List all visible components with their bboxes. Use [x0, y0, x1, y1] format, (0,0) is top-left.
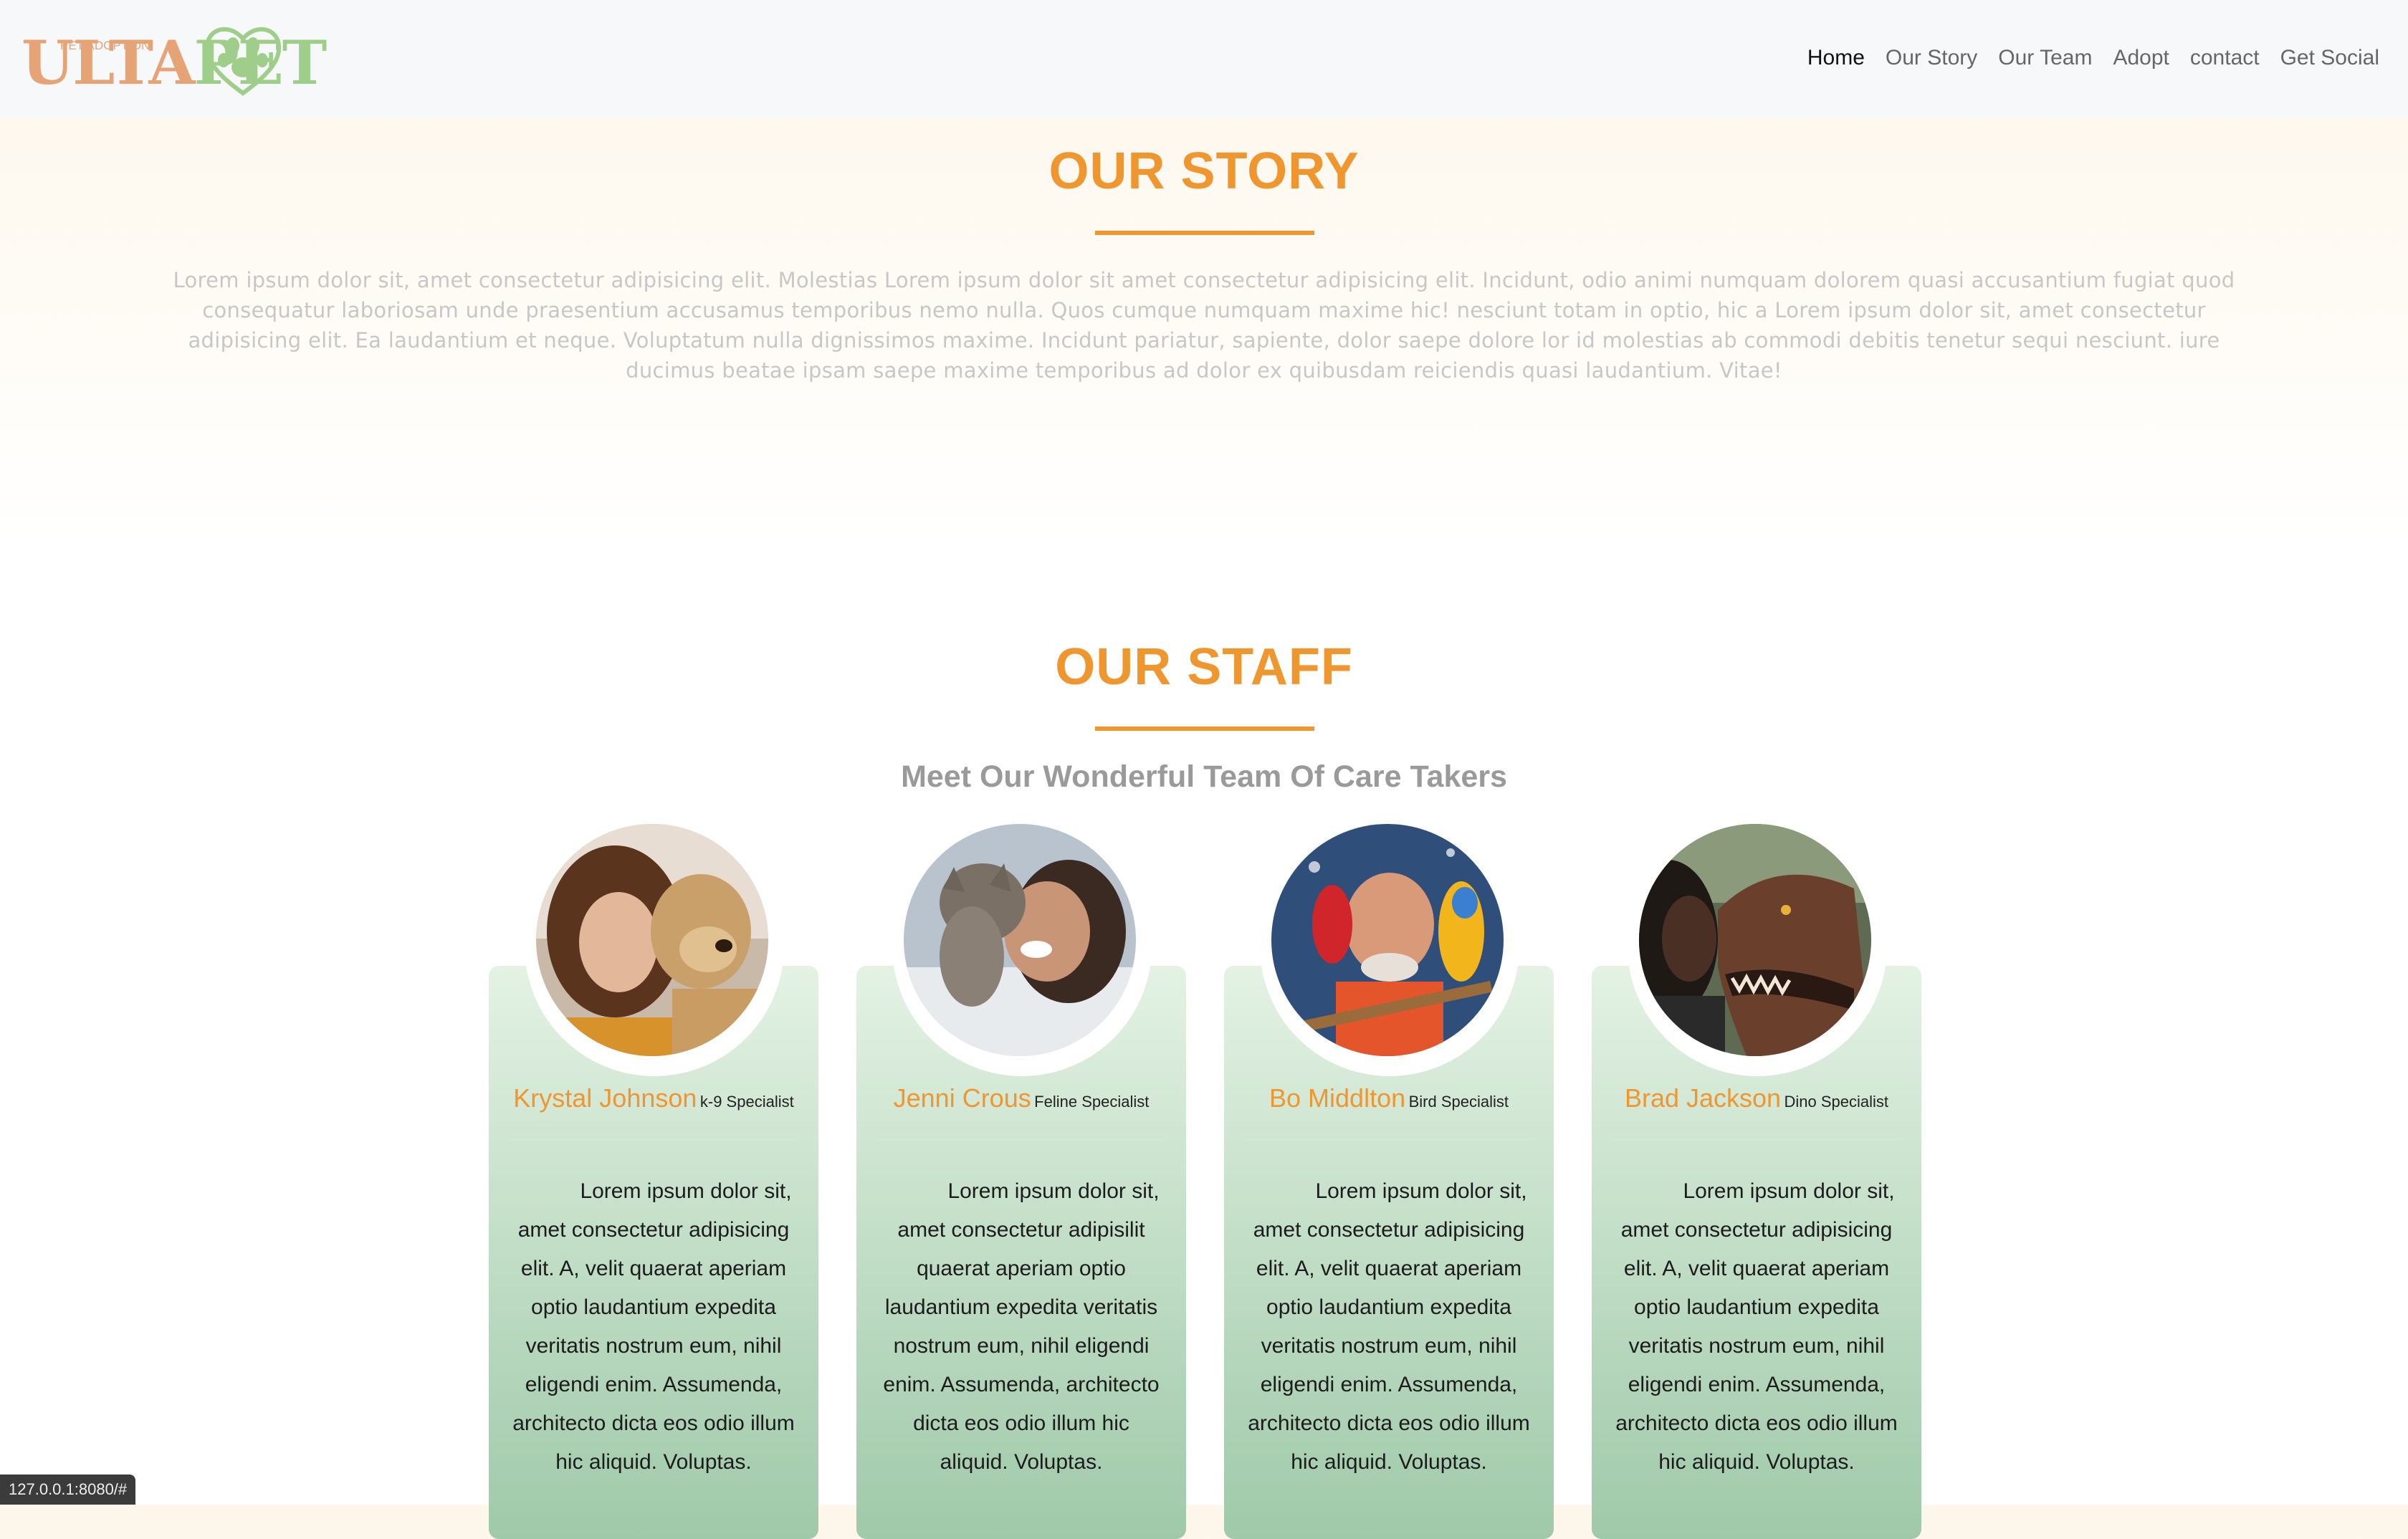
staff-subtitle: Meet Our Wonderful Team Of Care Takers	[901, 759, 1507, 794]
staff-bio: Lorem ipsum dolor sit, amet consectetur …	[883, 1179, 1160, 1474]
staff-name: Bo Middlton	[1269, 1083, 1406, 1113]
staff-photo-krystal-johnson	[536, 824, 768, 1056]
browser-status-url: 127.0.0.1:8080/#	[0, 1475, 136, 1505]
paw-heart-icon	[204, 27, 282, 96]
staff-title: OUR STAFF	[1055, 638, 1353, 696]
staff-name-line: Krystal Johnson k-9 Specialist	[489, 1083, 818, 1113]
staff-bio: Lorem ipsum dolor sit, amet consectetur …	[1248, 1179, 1530, 1474]
staff-photo-jenni-crous	[904, 824, 1136, 1056]
story-title-underline	[1095, 231, 1314, 235]
nav-adopt[interactable]: Adopt	[2113, 43, 2169, 73]
staff-role: Feline Specialist	[1034, 1093, 1150, 1111]
brand-logo[interactable]: ULTAPET PET ADOPTION	[22, 16, 327, 102]
main-nav: Home Our Story Our Team Adopt contact Ge…	[1807, 43, 2379, 73]
nav-contact[interactable]: contact	[2190, 43, 2260, 73]
nav-our-story[interactable]: Our Story	[1886, 43, 1977, 73]
staff-bio: Lorem ipsum dolor sit, amet consectetur …	[512, 1179, 795, 1474]
staff-name-line: Jenni Crous Feline Specialist	[856, 1083, 1186, 1113]
staff-name-line: Bo Middlton Bird Specialist	[1224, 1083, 1554, 1113]
staff-name: Brad Jackson	[1624, 1083, 1782, 1113]
story-title: OUR STORY	[1048, 143, 1360, 200]
nav-our-team[interactable]: Our Team	[1998, 43, 2092, 73]
card-divider	[1243, 1139, 1534, 1141]
staff-photo-brad-jackson	[1639, 824, 1871, 1056]
navbar: ULTAPET PET ADOPTION Home Our Story Our …	[0, 0, 2408, 118]
staff-role: Bird Specialist	[1408, 1093, 1509, 1111]
nav-home[interactable]: Home	[1807, 43, 1865, 73]
staff-avatar-frame	[1628, 817, 1887, 1076]
staff-name: Krystal Johnson	[513, 1083, 697, 1113]
staff-name-line: Brad Jackson Dino Specialist	[1592, 1083, 1921, 1113]
staff-role: Dino Specialist	[1784, 1093, 1889, 1111]
staff-avatar-frame	[892, 817, 1152, 1076]
logo-tagline: PET ADOPTION	[60, 39, 150, 52]
staff-bio: Lorem ipsum dolor sit, amet consectetur …	[1615, 1179, 1898, 1474]
staff-role: k-9 Specialist	[699, 1093, 794, 1111]
staff-title-underline	[1095, 727, 1314, 731]
nav-get-social[interactable]: Get Social	[2280, 43, 2379, 73]
logo-text-ulta: ULTA	[22, 27, 196, 98]
staff-avatar-frame	[1260, 817, 1519, 1076]
card-divider	[508, 1139, 799, 1141]
card-divider	[876, 1139, 1167, 1141]
card-divider	[1611, 1139, 1902, 1141]
staff-avatar-frame	[525, 817, 784, 1076]
staff-name: Jenni Crous	[893, 1083, 1031, 1113]
staff-photo-bo-middlton	[1271, 824, 1504, 1056]
story-text: Lorem ipsum dolor sit, amet consectetur …	[173, 268, 2235, 383]
